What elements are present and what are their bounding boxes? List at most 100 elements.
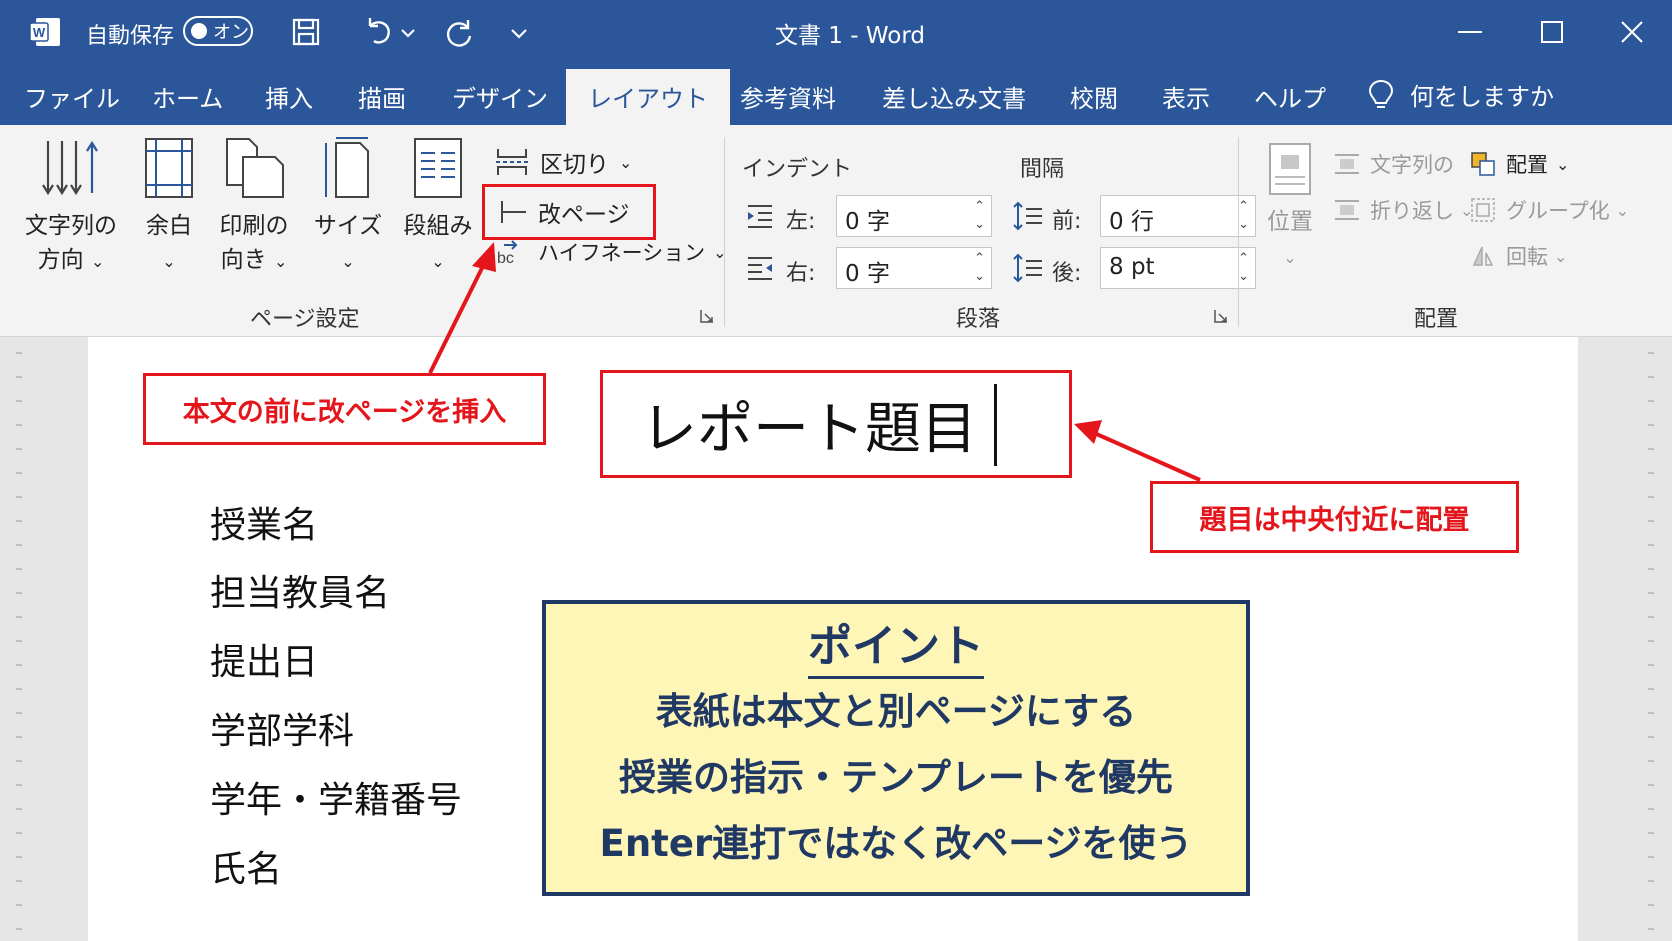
arrange-menu-button[interactable]: 配置 ⌄: [1470, 149, 1569, 179]
tab-draw[interactable]: 描画: [358, 79, 406, 114]
size-button[interactable]: サイズ ⌄: [310, 135, 386, 279]
paragraph-group-label: 段落: [956, 307, 1001, 332]
chevron-down-icon: ⌄: [1283, 248, 1297, 267]
save-icon[interactable]: [288, 14, 324, 50]
point-line-2: 授業の指示・テンプレートを優先: [619, 756, 1173, 799]
chevron-down-icon: ⌄: [431, 252, 445, 271]
undo-icon[interactable]: [360, 14, 396, 50]
size-icon: [325, 137, 369, 198]
indent-left-input[interactable]: 0 字 ⌃ ⌄: [836, 195, 992, 237]
customize-qat-chevron-icon[interactable]: [508, 14, 530, 50]
tab-layout[interactable]: レイアウト: [566, 69, 730, 125]
autosave-label: 自動保存: [86, 24, 175, 49]
cover-item-department[interactable]: 学部学科: [210, 702, 354, 754]
rotate-label: 回転: [1506, 245, 1548, 269]
chevron-down-icon: ⌄: [273, 252, 288, 271]
arrange-group-label: 配置: [1414, 307, 1459, 332]
arrange-icon: [1471, 152, 1495, 176]
spin-arrows-icon[interactable]: ⌃ ⌄: [1238, 198, 1249, 234]
group-label: グループ化: [1506, 199, 1610, 223]
wrap-text-icon: [1335, 154, 1359, 174]
spin-arrows-icon[interactable]: ⌃ ⌄: [974, 198, 985, 234]
tab-view[interactable]: 表示: [1162, 79, 1210, 114]
indent-heading: インデント: [742, 157, 853, 182]
point-line-3: Enter連打ではなく改ページを使う: [599, 822, 1193, 865]
chevron-down-icon: ⌄: [1556, 154, 1570, 174]
title-highlight: [600, 370, 1072, 478]
autosave-toggle[interactable]: オン: [183, 16, 253, 46]
minimize-icon[interactable]: [1452, 14, 1488, 50]
left-gutter-marks: [16, 352, 22, 930]
indent-right-input[interactable]: 0 字 ⌃ ⌄: [836, 247, 992, 289]
right-gutter-marks: [1648, 352, 1654, 930]
spacing-before-label: 前:: [1052, 209, 1082, 234]
cover-item-course[interactable]: 授業名: [210, 496, 318, 548]
orientation-label-line1: 印刷の: [219, 213, 289, 239]
ribbon-tabs: ファイル ホーム 挿入 描画 デザイン レイアウト 参考資料 差し込み文書 校閲…: [0, 63, 1672, 125]
spacing-before-input[interactable]: 0 行 ⌃ ⌄: [1100, 195, 1256, 237]
tab-help[interactable]: ヘルプ: [1254, 79, 1326, 114]
tab-references[interactable]: 参考資料: [740, 79, 836, 114]
cover-item-name[interactable]: 氏名: [210, 840, 282, 892]
chevron-down-icon: ⌄: [1615, 200, 1630, 220]
margins-button[interactable]: 余白 ⌄: [136, 135, 202, 279]
paragraph-launcher-icon[interactable]: [1214, 309, 1228, 323]
tab-home[interactable]: ホーム: [152, 79, 223, 114]
breaks-label: 区切り: [540, 152, 609, 178]
wrap-text-button-top[interactable]: 文字列の: [1334, 149, 1454, 179]
position-label: 位置: [1267, 209, 1313, 235]
orientation-button[interactable]: 印刷の 向き ⌄: [212, 135, 296, 279]
spacing-after-icon: [1013, 253, 1042, 283]
tab-design[interactable]: デザイン: [452, 79, 548, 114]
page-setup-launcher-icon[interactable]: [700, 309, 714, 323]
indent-right-label: 右:: [786, 261, 816, 286]
cover-item-instructor[interactable]: 担当教員名: [210, 564, 390, 616]
breaks-icon: [496, 149, 528, 175]
breaks-button[interactable]: 区切り ⌄: [494, 145, 632, 179]
autosave-toggle-label: オン: [213, 22, 249, 43]
group-icon: [1471, 198, 1495, 222]
group-button[interactable]: グループ化 ⌄: [1470, 195, 1629, 225]
cover-item-submission-date[interactable]: 提出日: [210, 633, 318, 685]
spacing-before-icon: [1013, 201, 1042, 231]
title-callout: 題目は中央付近に配置: [1150, 481, 1519, 553]
tab-mailings[interactable]: 差し込み文書: [882, 79, 1026, 114]
tell-me-label: 何をしますか: [1410, 83, 1554, 111]
spacing-after-label: 後:: [1052, 261, 1082, 286]
rotate-button[interactable]: 回転 ⌄: [1470, 241, 1567, 271]
text-direction-button[interactable]: 文字列の 方向 ⌄: [16, 135, 126, 279]
spacing-after-input[interactable]: 8 pt ⌃ ⌄: [1100, 247, 1256, 289]
orientation-label-line2: 向き: [220, 247, 267, 273]
tab-insert[interactable]: 挿入: [265, 79, 313, 114]
close-icon[interactable]: [1614, 14, 1650, 50]
spin-arrows-icon[interactable]: ⌃ ⌄: [974, 250, 985, 286]
wrap-text-button[interactable]: 折り返し ⌄: [1334, 195, 1473, 225]
tab-review[interactable]: 校閲: [1070, 79, 1118, 114]
group-divider: [724, 137, 725, 327]
cover-item-student-id[interactable]: 学年・学籍番号: [210, 771, 462, 823]
position-icon: [1269, 143, 1311, 195]
rotate-icon: [1472, 246, 1494, 266]
svg-text:bc: bc: [497, 250, 514, 267]
page-break-callout: 本文の前に改ページを挿入: [143, 373, 546, 445]
redo-icon[interactable]: [442, 14, 478, 50]
columns-label: 段組み: [403, 213, 473, 239]
spin-arrows-icon[interactable]: ⌃ ⌄: [1238, 250, 1249, 286]
chevron-down-icon: ⌄: [90, 252, 105, 271]
columns-button[interactable]: 段組み ⌄: [396, 135, 480, 279]
position-button[interactable]: 位置 ⌄: [1258, 141, 1322, 275]
svg-text:W: W: [33, 25, 46, 40]
toggle-knob: [191, 23, 207, 39]
columns-icon: [414, 138, 462, 198]
wrap-text-label: 折り返し: [1370, 199, 1454, 223]
tab-file[interactable]: ファイル: [24, 79, 120, 114]
page-break-highlight: [482, 184, 656, 240]
text-direction-icon: [42, 140, 98, 196]
lightbulb-icon: [1368, 79, 1394, 108]
undo-dropdown-chevron-icon[interactable]: [398, 14, 418, 50]
margins-icon: [145, 138, 193, 198]
tell-me-search[interactable]: 何をしますか: [1366, 77, 1554, 112]
maximize-icon[interactable]: [1534, 14, 1570, 50]
hyphenation-button[interactable]: bc ハイフネーション ⌄: [496, 237, 727, 267]
point-box: ポイント 表紙は本文と別ページにする 授業の指示・テンプレートを優先 Enter…: [542, 600, 1250, 896]
